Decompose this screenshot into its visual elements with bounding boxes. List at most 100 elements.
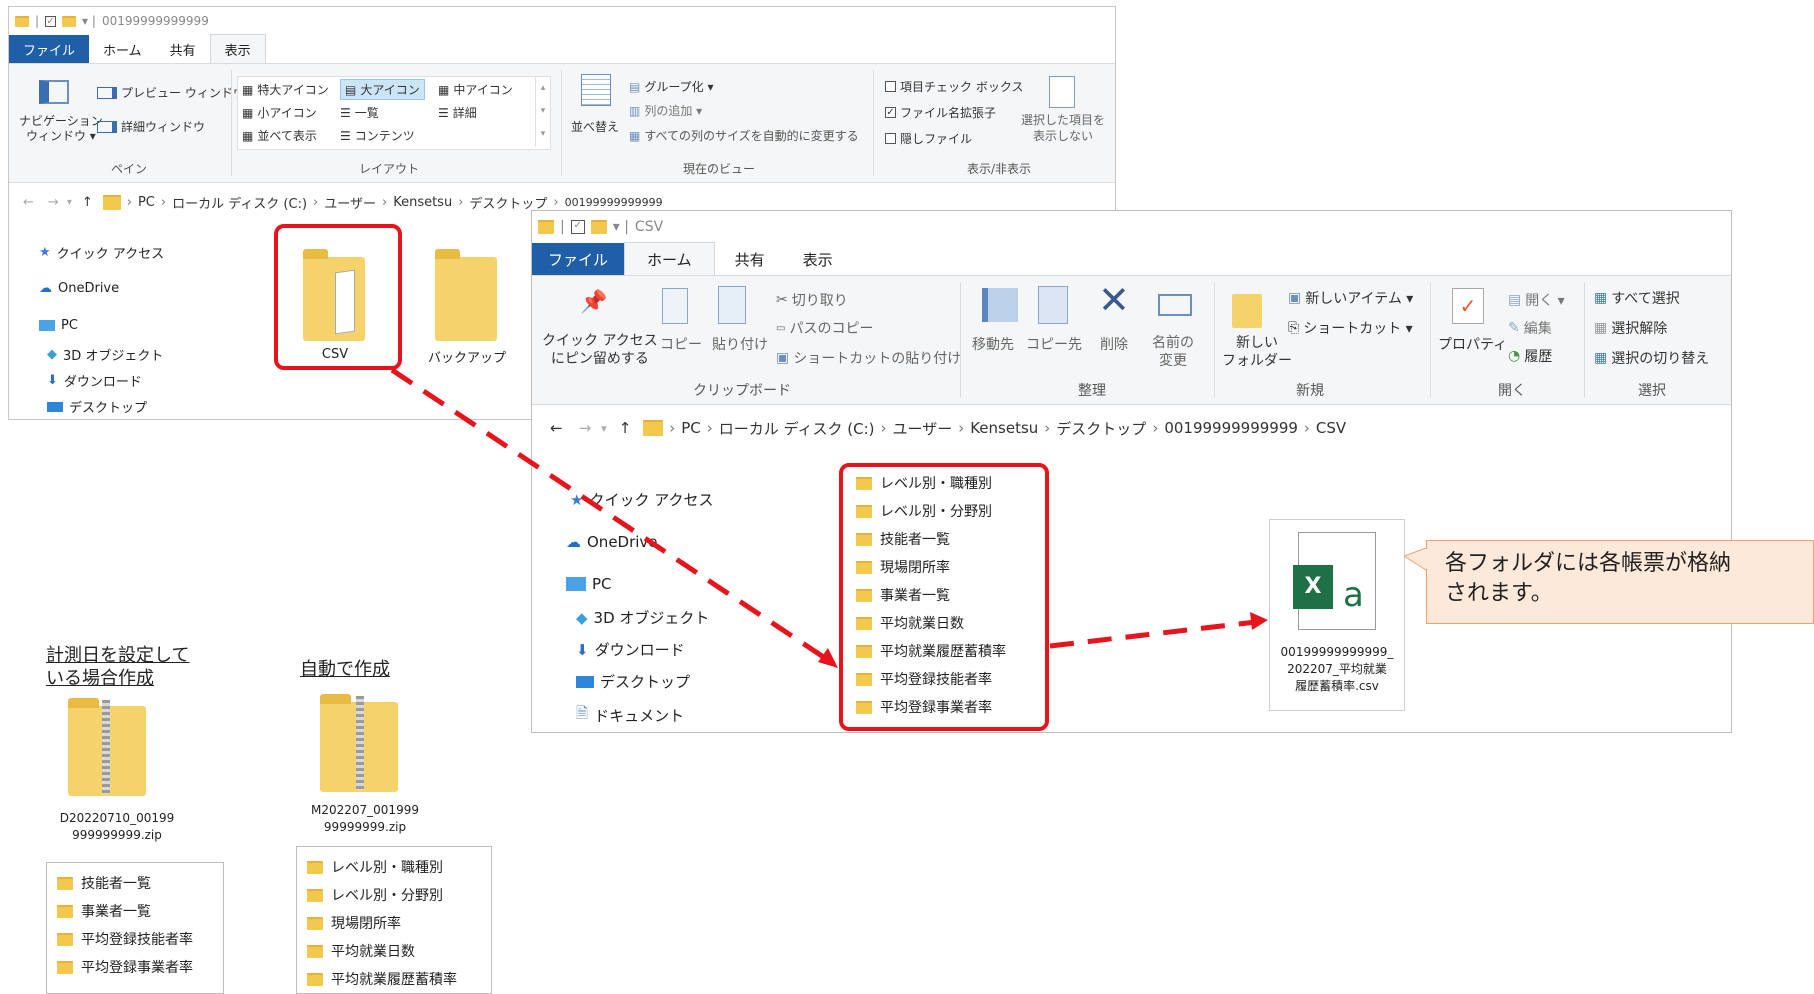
back-arrow-icon[interactable]: ← bbox=[550, 419, 563, 437]
layout-content[interactable]: ☰ コンテンツ bbox=[340, 127, 415, 144]
nav-onedrive[interactable]: ☁ OneDrive bbox=[39, 281, 119, 296]
list-item[interactable]: 平均登録事業者率 bbox=[57, 953, 213, 981]
paste-button[interactable]: 貼り付け bbox=[712, 334, 768, 354]
breadcrumb-item[interactable]: デスクトップ bbox=[469, 193, 547, 212]
invert-selection-button[interactable]: ▦ 選択の切り替え bbox=[1594, 348, 1709, 368]
nav-downloads[interactable]: ⬇ ダウンロード bbox=[47, 371, 142, 390]
select-all-button[interactable]: ▦ すべて選択 bbox=[1594, 288, 1680, 308]
nav-downloads[interactable]: ⬇ ダウンロード bbox=[576, 639, 685, 660]
new-item-button[interactable]: ▣ 新しいアイテム ▾ bbox=[1288, 288, 1413, 308]
pin-icon[interactable]: 📌 bbox=[580, 290, 607, 315]
group-by-button[interactable]: ▤ グループ化 ▾ bbox=[629, 78, 713, 95]
navigation-pane-button[interactable]: ナビゲーション ウィンドウ ▾ bbox=[19, 114, 103, 144]
up-arrow-icon[interactable]: ↑ bbox=[619, 419, 632, 437]
checkbox[interactable] bbox=[885, 81, 896, 92]
breadcrumb-item[interactable]: ユーザー bbox=[893, 418, 953, 439]
tab-view[interactable]: 表示 bbox=[785, 243, 851, 275]
checkbox[interactable] bbox=[885, 133, 896, 144]
breadcrumb-item[interactable]: CSV bbox=[1316, 419, 1346, 437]
copy-button[interactable]: コピー bbox=[660, 334, 702, 354]
breadcrumb-item[interactable]: Kensetsu bbox=[393, 195, 452, 210]
list-item[interactable]: 平均就業日数 bbox=[307, 937, 481, 965]
pin-quick-access-button[interactable]: クイック アクセス にピン留めする bbox=[542, 332, 658, 368]
paste-shortcut-button[interactable]: ▣ ショートカットの貼り付け bbox=[776, 348, 961, 368]
hidden-items-toggle[interactable]: 隠しファイル bbox=[885, 130, 972, 147]
up-arrow-icon[interactable]: ↑ bbox=[82, 195, 93, 210]
delete-icon[interactable]: ✕ bbox=[1098, 280, 1130, 320]
copy-icon[interactable] bbox=[662, 288, 688, 324]
breadcrumb-item[interactable]: PC bbox=[681, 419, 701, 437]
layout-list[interactable]: ☰ 一覧 bbox=[340, 104, 379, 121]
layout-details[interactable]: ☰ 詳細 bbox=[438, 104, 477, 121]
tab-file[interactable]: ファイル bbox=[532, 243, 625, 275]
zip-file-d20220710[interactable]: D20220710_00199 999999999.zip bbox=[54, 694, 174, 844]
nav-documents[interactable]: 🗎 ドキュメント bbox=[576, 703, 684, 728]
back-arrow-icon[interactable]: ← bbox=[23, 195, 34, 210]
breadcrumb-item[interactable]: ローカル ディスク (C:) bbox=[172, 193, 307, 212]
list-item[interactable]: 平均登録技能者率 bbox=[57, 925, 213, 953]
nav-pc[interactable]: PC bbox=[39, 318, 78, 333]
layout-large-icons[interactable]: ▤ 大アイコン bbox=[340, 79, 425, 100]
recent-dropdown-icon[interactable]: ▾ bbox=[67, 197, 72, 208]
paste-icon[interactable] bbox=[718, 286, 746, 324]
navigation-pane-icon[interactable] bbox=[39, 80, 69, 104]
details-pane-button[interactable]: 詳細ウィンドウ bbox=[97, 118, 205, 135]
list-item[interactable]: 技能者一覧 bbox=[57, 869, 213, 897]
nav-quick-access[interactable]: ★ クイック アクセス bbox=[570, 489, 713, 510]
item-checkboxes-toggle[interactable]: 項目チェック ボックス bbox=[885, 78, 1023, 95]
breadcrumb-item[interactable]: PC bbox=[138, 195, 155, 210]
tab-share[interactable]: 共有 bbox=[715, 243, 785, 275]
list-item[interactable]: 平均就業履歴蓄積率 bbox=[307, 965, 481, 993]
hide-selected-button[interactable]: 選択した項目を 表示しない bbox=[1021, 112, 1105, 144]
copy-path-button[interactable]: ▭ パスのコピー bbox=[776, 318, 873, 338]
tab-file[interactable]: ファイル bbox=[9, 35, 90, 63]
add-column-button[interactable]: ▥ 列の追加 ▾ bbox=[629, 102, 702, 119]
new-folder-icon[interactable] bbox=[590, 220, 607, 234]
history-button[interactable]: ◔ 履歴 bbox=[1508, 346, 1552, 366]
size-columns-button[interactable]: ▦ すべての列のサイズを自動的に変更する bbox=[629, 127, 859, 144]
layout-extra-large-icons[interactable]: ▦ 特大アイコン bbox=[242, 81, 329, 98]
quick-access-dropdown-icon[interactable]: ▾ | bbox=[82, 14, 96, 28]
properties-button[interactable]: プロパティ bbox=[1438, 334, 1507, 354]
sort-by-icon[interactable] bbox=[581, 74, 611, 106]
nav-pc[interactable]: PC bbox=[566, 575, 612, 593]
new-folder-button[interactable]: 新しい フォルダー bbox=[1222, 334, 1292, 370]
quick-access-dropdown-icon[interactable]: ▾ | bbox=[613, 219, 629, 235]
nav-desktop[interactable]: デスクトップ bbox=[47, 397, 147, 416]
select-none-button[interactable]: ▦ 選択解除 bbox=[1594, 318, 1667, 338]
sort-by-button[interactable]: 並べ替え bbox=[571, 118, 619, 135]
open-button[interactable]: ▤ 開く ▾ bbox=[1508, 290, 1565, 310]
layout-gallery[interactable]: ▦ 特大アイコン ▤ 大アイコン ▦ 中アイコン ▦ 小アイコン ☰ 一覧 ☰ 詳細 ▦ 並べ… bbox=[237, 76, 551, 150]
rename-icon[interactable] bbox=[1158, 294, 1192, 316]
cut-button[interactable]: ✂ 切り取り bbox=[776, 290, 848, 310]
properties-icon[interactable]: ✓ bbox=[45, 15, 57, 27]
rename-button[interactable]: 名前の 変更 bbox=[1152, 334, 1194, 370]
easy-access-button[interactable]: ⎘ ショートカット ▾ bbox=[1288, 318, 1413, 338]
nav-onedrive[interactable]: ☁ OneDrive bbox=[566, 533, 658, 551]
preview-pane-button[interactable]: プレビュー ウィンドウ bbox=[97, 84, 245, 101]
breadcrumb-item[interactable]: Kensetsu bbox=[970, 419, 1038, 437]
checkbox-checked[interactable]: ✓ bbox=[885, 107, 896, 118]
nav-3d-objects[interactable]: ◆ 3D オブジェクト bbox=[576, 607, 709, 628]
list-item[interactable]: 現場閉所率 bbox=[307, 909, 481, 937]
edit-button[interactable]: ✎ 編集 bbox=[1508, 318, 1552, 338]
copy-to-icon[interactable] bbox=[1038, 286, 1068, 324]
list-item[interactable]: レベル別・職種別 bbox=[307, 853, 481, 881]
file-extensions-toggle[interactable]: ✓ ファイル名拡張子 bbox=[885, 104, 996, 121]
gallery-scrollbar[interactable]: ▴ ▾ ▾ bbox=[535, 77, 550, 147]
copy-to-button[interactable]: コピー先 bbox=[1026, 334, 1082, 354]
nav-3d-objects[interactable]: ◆ 3D オブジェクト bbox=[47, 345, 163, 364]
layout-medium-icons[interactable]: ▦ 中アイコン bbox=[438, 81, 513, 98]
csv-file-item[interactable]: X a 00199999999999_ 202207_平均就業 履歴蓄積率.cs… bbox=[1269, 519, 1405, 711]
nav-desktop[interactable]: デスクトップ bbox=[576, 671, 690, 692]
nav-quick-access[interactable]: ★ クイック アクセス bbox=[39, 243, 164, 262]
properties-icon[interactable]: ✓ bbox=[570, 220, 585, 234]
new-folder-icon[interactable] bbox=[1232, 294, 1262, 328]
recent-dropdown-icon[interactable]: ▾ bbox=[601, 422, 607, 435]
move-to-button[interactable]: 移動先 bbox=[972, 334, 1014, 354]
zip-file-m202207[interactable]: M202207_001999 99999999.zip bbox=[300, 690, 430, 840]
new-folder-icon[interactable] bbox=[62, 15, 77, 27]
breadcrumb-item[interactable]: ユーザー bbox=[324, 193, 376, 212]
address-bar[interactable]: ← → ▾ ↑ › PC › ローカル ディスク (C:) › ユーザー › K… bbox=[532, 411, 1731, 445]
tab-view[interactable]: 表示 bbox=[209, 34, 266, 63]
